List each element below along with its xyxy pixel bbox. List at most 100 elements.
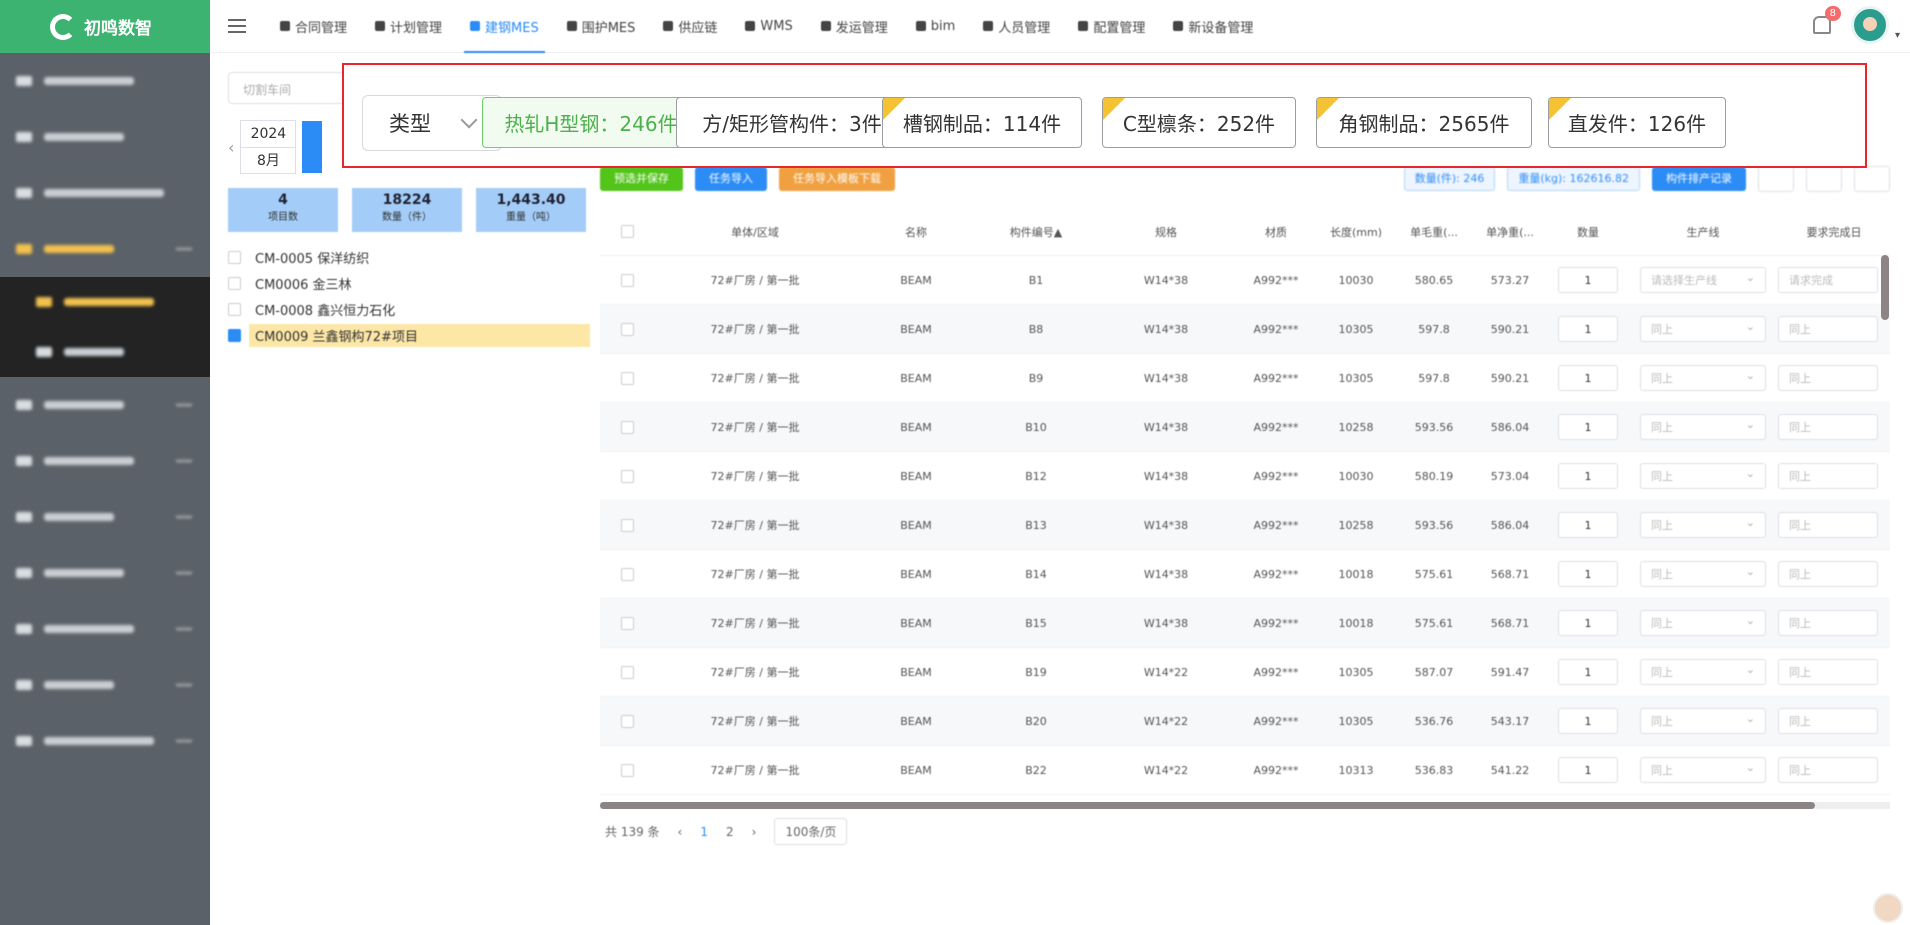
due-date-input[interactable]: 同上 <box>1778 316 1878 342</box>
pager-next-icon[interactable]: › <box>752 825 757 839</box>
sidebar-item[interactable] <box>0 53 210 109</box>
due-date-input[interactable]: 同上 <box>1778 757 1878 783</box>
category-chip[interactable]: 角钢制品：2565件 <box>1316 97 1532 148</box>
nav-tab[interactable]: 计划管理 <box>361 0 456 53</box>
quantity-input[interactable]: 1 <box>1558 414 1618 440</box>
page-size-select[interactable]: 100条/页 <box>774 818 848 845</box>
category-chip[interactable]: 方/矩形管构件：3件 <box>676 97 908 148</box>
production-line-select[interactable]: 同上 <box>1640 414 1766 440</box>
column-header[interactable]: 单体/区域 <box>654 224 856 240</box>
notification-bell-icon[interactable]: 8 <box>1812 6 1841 34</box>
toolbar-button[interactable]: 任务导入 <box>695 167 767 191</box>
row-checkbox[interactable] <box>620 665 634 679</box>
sidebar-item[interactable] <box>0 601 210 657</box>
select-all-checkbox[interactable] <box>620 225 634 238</box>
quantity-input[interactable]: 1 <box>1558 463 1618 489</box>
scrollbar-thumb[interactable] <box>600 802 1815 809</box>
production-line-select[interactable]: 同上 <box>1640 757 1766 783</box>
project-item[interactable]: CM-0008 鑫兴恒力石化 <box>228 296 590 322</box>
category-chip[interactable]: 槽钢制品：114件 <box>882 97 1082 148</box>
project-item[interactable]: CM0009 兰鑫钢构72#项目 <box>228 322 590 348</box>
project-checkbox[interactable] <box>228 276 241 290</box>
sidebar-item[interactable] <box>0 713 210 769</box>
sidebar-item[interactable] <box>0 221 210 277</box>
nav-tab[interactable]: 新设备管理 <box>1159 0 1267 53</box>
row-checkbox[interactable] <box>620 763 634 777</box>
project-checkbox[interactable] <box>228 250 241 264</box>
quantity-input[interactable]: 1 <box>1558 316 1618 342</box>
column-header[interactable]: 单净重(... <box>1472 224 1548 240</box>
due-date-input[interactable]: 同上 <box>1778 463 1878 489</box>
quantity-input[interactable]: 1 <box>1558 267 1618 293</box>
sidebar-item[interactable] <box>0 327 210 377</box>
project-item[interactable]: CM-0005 保洋纺织 <box>228 244 590 270</box>
sidebar-item[interactable] <box>0 277 210 327</box>
row-checkbox[interactable] <box>620 371 634 385</box>
nav-tab[interactable]: WMS <box>731 0 806 53</box>
schedule-record-button[interactable]: 构件排产记录 <box>1652 167 1746 191</box>
production-line-select[interactable]: 同上 <box>1640 610 1766 636</box>
production-line-select[interactable]: 同上 <box>1640 316 1766 342</box>
nav-tab[interactable]: 建钢MES <box>456 0 553 53</box>
help-assistant-avatar[interactable] <box>1873 893 1903 923</box>
quantity-input[interactable]: 1 <box>1558 561 1618 587</box>
row-checkbox[interactable] <box>620 273 634 287</box>
sidebar-item[interactable] <box>0 433 210 489</box>
row-checkbox[interactable] <box>620 322 634 336</box>
category-chip[interactable]: C型檩条：252件 <box>1102 97 1296 148</box>
nav-tab[interactable]: bim <box>902 0 970 53</box>
production-line-select[interactable]: 同上 <box>1640 561 1766 587</box>
grid-icon[interactable] <box>1854 166 1890 192</box>
page-number[interactable]: 1 <box>700 825 708 839</box>
column-header[interactable]: 要求完成日 <box>1778 224 1890 240</box>
column-header[interactable]: 构件编号▲ <box>976 224 1096 240</box>
toolbar-button[interactable]: 任务导入模板下载 <box>779 167 895 191</box>
row-checkbox[interactable] <box>620 567 634 581</box>
row-checkbox[interactable] <box>620 469 634 483</box>
column-header[interactable]: 长度(mm) <box>1316 224 1396 240</box>
production-line-select[interactable]: 同上 <box>1640 365 1766 391</box>
quantity-input[interactable]: 1 <box>1558 757 1618 783</box>
sidebar-item[interactable] <box>0 109 210 165</box>
nav-tab[interactable]: 发运管理 <box>807 0 902 53</box>
production-line-select[interactable]: 同上 <box>1640 659 1766 685</box>
due-date-input[interactable]: 同上 <box>1778 610 1878 636</box>
column-header[interactable]: 名称 <box>856 224 976 240</box>
quantity-input[interactable]: 1 <box>1558 659 1618 685</box>
production-line-select[interactable]: 同上 <box>1640 708 1766 734</box>
user-avatar[interactable] <box>1850 6 1889 44</box>
sidebar-item[interactable] <box>0 545 210 601</box>
project-checkbox[interactable] <box>228 328 241 342</box>
avatar-caret-icon[interactable]: ▾ <box>1895 30 1900 41</box>
quantity-input[interactable]: 1 <box>1558 610 1618 636</box>
row-checkbox[interactable] <box>620 518 634 532</box>
page-number[interactable]: 2 <box>726 825 734 839</box>
column-header[interactable]: 生产线 <box>1628 224 1778 240</box>
due-date-input[interactable]: 同上 <box>1778 659 1878 685</box>
column-header[interactable]: 规格 <box>1096 224 1236 240</box>
date-prev-icon[interactable]: ‹ <box>228 138 234 157</box>
due-date-input[interactable]: 同上 <box>1778 414 1878 440</box>
quantity-input[interactable]: 1 <box>1558 512 1618 538</box>
date-box[interactable]: 2024 8月 <box>240 120 297 174</box>
row-checkbox[interactable] <box>620 714 634 728</box>
due-date-input[interactable]: 同上 <box>1778 365 1878 391</box>
app-logo[interactable]: 初鸣数智 <box>0 0 210 53</box>
nav-tab[interactable]: 供应链 <box>649 0 731 53</box>
sidebar-item[interactable] <box>0 377 210 433</box>
production-line-select[interactable]: 同上 <box>1640 512 1766 538</box>
production-line-select[interactable]: 请选择生产线 <box>1640 267 1766 293</box>
category-chip[interactable]: 热轧H型钢：246件 <box>482 97 700 148</box>
menu-collapse-icon[interactable] <box>228 19 246 33</box>
project-checkbox[interactable] <box>228 302 241 316</box>
type-select[interactable]: 类型 <box>362 95 502 151</box>
search-icon[interactable] <box>1806 166 1842 192</box>
due-date-input[interactable]: 同上 <box>1778 512 1878 538</box>
date-selected-marker[interactable] <box>302 121 323 173</box>
quantity-input[interactable]: 1 <box>1558 708 1618 734</box>
nav-tab[interactable]: 合同管理 <box>266 0 361 53</box>
toolbar-button[interactable]: 预选并保存 <box>600 167 683 191</box>
workshop-select[interactable]: 切割车间 <box>228 72 348 104</box>
sidebar-item[interactable] <box>0 489 210 545</box>
table-vertical-scrollbar[interactable] <box>1881 255 1889 320</box>
